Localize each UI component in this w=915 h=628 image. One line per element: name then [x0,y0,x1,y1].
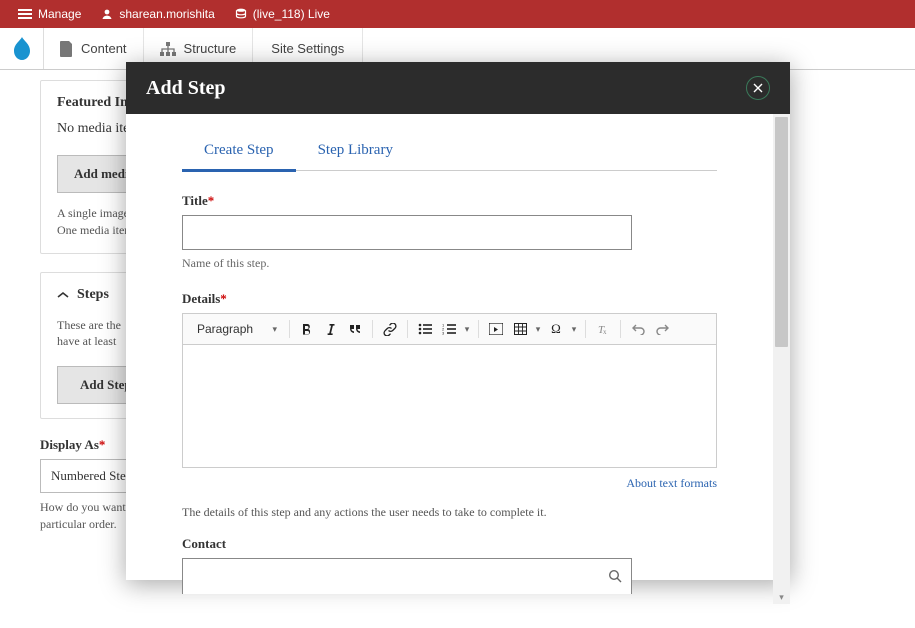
list-dropdown[interactable]: ▾ [462,324,472,335]
modal-close-button[interactable] [746,76,770,100]
specialchar-dropdown[interactable]: ▾ [569,324,579,335]
add-step-modal: Add Step Create Step Step Library Title*… [126,62,790,580]
toolbar-separator [407,320,408,338]
tab-step-library[interactable]: Step Library [296,134,415,170]
special-character-button[interactable]: Ω [545,318,567,340]
content-label: Content [81,41,127,56]
contact-label: Contact [182,536,717,552]
title-hint: Name of this step. [182,256,717,271]
undo-button[interactable] [627,318,649,340]
search-icon [608,569,622,583]
modal-body: Create Step Step Library Title* Name of … [126,114,773,604]
sitemap-icon [160,42,176,56]
env-label: (live_118) Live [253,7,330,21]
close-icon [753,83,763,93]
chevron-down-icon: ▾ [272,324,277,335]
style-select-value: Paragraph [197,322,253,336]
admin-top-bar: Manage sharean.morishita (live_118) Live [0,0,915,28]
file-icon [60,41,73,57]
toolbar-separator [620,320,621,338]
toolbar-separator [372,320,373,338]
details-label: Details [182,291,220,306]
chevron-up-icon [57,291,69,299]
toolbar-separator [478,320,479,338]
editor-toolbar: Paragraph ▾ 123 ▾ [183,314,716,345]
rich-text-editor: Paragraph ▾ 123 ▾ [182,313,717,468]
manage-menu[interactable]: Manage [8,0,91,28]
toolbar-separator [289,320,290,338]
remove-format-button[interactable]: Tx [592,318,614,340]
display-as-label: Display As [40,437,99,452]
modal-title: Add Step [146,77,225,100]
title-field-group: Title* Name of this step. [182,193,717,271]
redo-button[interactable] [651,318,673,340]
toolbar-separator [585,320,586,338]
scrollbar-thumb[interactable] [775,117,788,347]
insert-media-button[interactable] [485,318,507,340]
svg-text:3: 3 [442,331,445,336]
text-formats-link-wrap: About text formats [182,476,717,491]
insert-table-button[interactable] [509,318,531,340]
modal-header: Add Step [126,62,790,114]
modal-scrollbar[interactable]: ▴ ▾ [773,114,790,604]
details-field-group: Details* Paragraph ▾ [182,291,717,520]
table-dropdown[interactable]: ▾ [533,324,543,335]
svg-text:x: x [603,328,607,336]
link-button[interactable] [379,318,401,340]
tab-create-step[interactable]: Create Step [182,134,296,172]
title-label: Title [182,193,208,208]
bulleted-list-button[interactable] [414,318,436,340]
site-settings-label: Site Settings [271,41,344,56]
bold-button[interactable] [296,318,318,340]
modal-tabs: Create Step Step Library [182,134,717,171]
contact-input[interactable] [182,558,632,594]
database-icon [235,8,247,20]
user-menu[interactable]: sharean.morishita [91,0,224,28]
user-icon [101,8,113,20]
numbered-list-button[interactable]: 123 [438,318,460,340]
display-as-value: Numbered Steps [51,468,137,483]
details-hint: The details of this step and any actions… [182,505,717,520]
manage-label: Manage [38,7,81,21]
drupal-logo[interactable] [0,28,44,69]
steps-heading: Steps [77,287,109,303]
structure-label: Structure [184,41,237,56]
user-name: sharean.morishita [119,7,214,21]
title-input[interactable] [182,215,632,250]
scroll-down-arrow[interactable]: ▾ [773,590,790,604]
paragraph-style-select[interactable]: Paragraph ▾ [191,320,283,338]
italic-button[interactable] [320,318,342,340]
about-text-formats-link[interactable]: About text formats [626,476,717,490]
contact-field-group: Contact [182,536,717,594]
hamburger-icon [18,9,32,19]
environment-indicator[interactable]: (live_118) Live [225,0,340,28]
blockquote-button[interactable] [344,318,366,340]
editor-content-area[interactable] [183,345,716,467]
